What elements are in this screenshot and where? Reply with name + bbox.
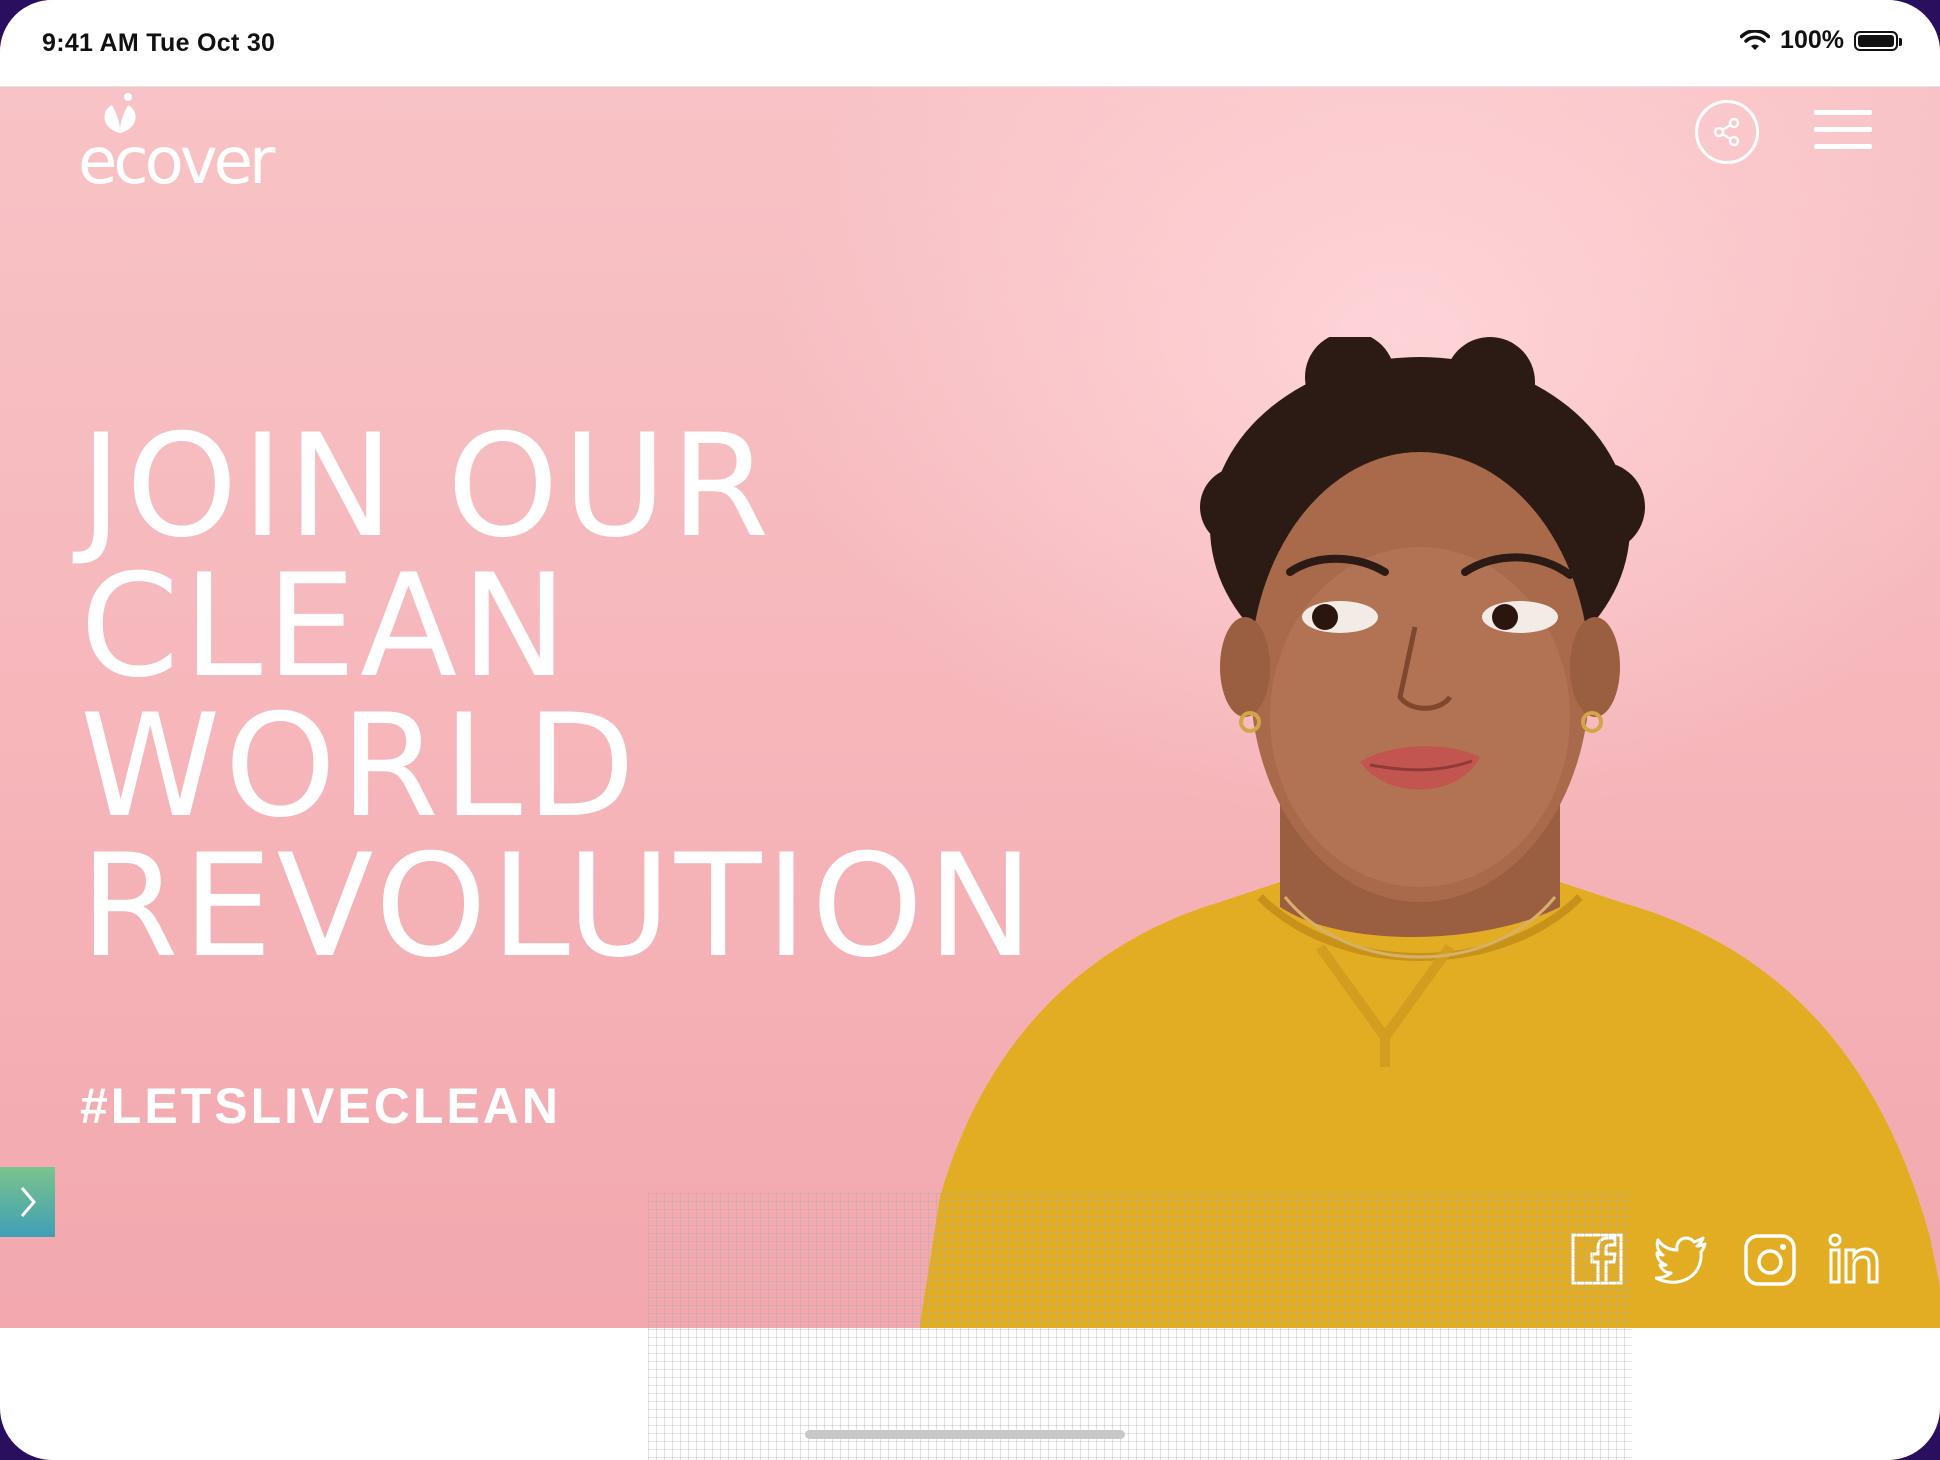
status-indicators: 100% <box>1740 26 1902 55</box>
next-slide-button[interactable] <box>0 1167 55 1237</box>
status-time: 9:41 AM Tue Oct 30 <box>42 29 276 57</box>
ipad-screen: 9:41 AM Tue Oct 30 100% ecover JOIN OUR … <box>0 0 1940 1460</box>
headline-line: CLEAN <box>80 544 572 709</box>
twitter-icon[interactable] <box>1655 1232 1711 1288</box>
battery-level <box>1858 34 1894 47</box>
hero-banner: ecover JOIN OUR CLEAN WORLD REVOLUTION #… <box>0 87 1940 1328</box>
wifi-icon <box>1740 29 1771 50</box>
woman-portrait-image <box>920 337 1940 1328</box>
share-button[interactable] <box>1695 100 1759 164</box>
hamburger-menu-button[interactable] <box>1814 110 1872 150</box>
hashtag-text: #LETSLIVECLEAN <box>80 1078 561 1134</box>
headline-line: REVOLUTION <box>80 824 1038 989</box>
headline-line: JOIN OUR <box>80 404 774 569</box>
battery-percentage: 100% <box>1780 26 1844 54</box>
instagram-icon[interactable] <box>1742 1232 1798 1288</box>
linkedin-icon[interactable] <box>1826 1232 1882 1288</box>
hero-headline: JOIN OUR CLEAN WORLD REVOLUTION <box>80 404 1038 989</box>
home-indicator[interactable] <box>805 1430 1125 1439</box>
battery-icon <box>1854 30 1902 51</box>
logo-wordmark: ecover <box>78 125 275 199</box>
hamburger-menu-icon <box>1814 110 1872 115</box>
grid-overlay <box>648 1193 1632 1460</box>
status-bar: 9:41 AM Tue Oct 30 100% <box>0 0 1940 87</box>
chevron-right-icon <box>20 1187 36 1217</box>
headline-line: WORLD <box>80 684 640 849</box>
share-icon <box>1713 117 1740 147</box>
